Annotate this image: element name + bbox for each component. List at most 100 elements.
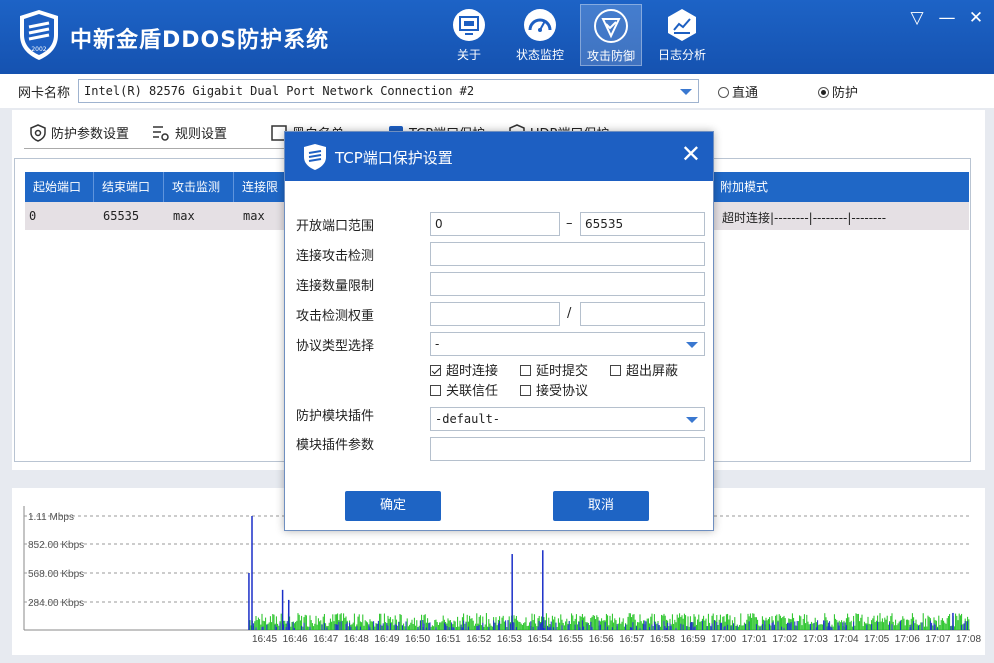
tcp-port-dialog: TCP端口保护设置 ✕ 开放端口范围 0 – 65535 连接攻击检测 连接数量…: [284, 131, 714, 531]
weight-b-input[interactable]: [580, 302, 705, 326]
plugin-param-input[interactable]: [430, 437, 705, 461]
chart-xtick-label: 16:46: [283, 634, 308, 645]
checkbox-timeout-conn[interactable]: 超时连接: [430, 360, 498, 379]
chart-xtick-label: 16:49: [374, 634, 399, 645]
checkbox-delay-submit[interactable]: 延时提交: [520, 360, 588, 379]
chart-xtick-label: 16:55: [558, 634, 583, 645]
chart-ytick-label: 1.11 Mbps: [28, 512, 74, 523]
cell-end-port: 65535: [103, 209, 140, 223]
radio-passthrough-label: 直通: [732, 86, 759, 101]
tab-protection-params[interactable]: 防护参数设置: [29, 123, 129, 142]
tab-rules[interactable]: 规则设置: [151, 123, 227, 142]
chart-xtick-label: 16:50: [405, 634, 430, 645]
nic-row: 网卡名称 Intel(R) 82576 Gigabit Dual Port Ne…: [0, 74, 994, 108]
nav-status-monitor[interactable]: 状态监控: [509, 4, 571, 66]
chart-xtick-label: 17:00: [711, 634, 736, 645]
tab-rules-label: 规则设置: [175, 127, 228, 142]
weight-label: 攻击检测权重: [296, 309, 375, 324]
minimize-button[interactable]: ▽: [907, 8, 927, 28]
logo-year: 2002: [31, 46, 46, 53]
checkbox-box: [430, 385, 441, 396]
app-title: 中新金盾DDOS防护系统: [70, 28, 330, 53]
chart-xtick-label: 16:47: [313, 634, 338, 645]
protocol-label: 协议类型选择: [296, 339, 375, 354]
cell-extra-mode: 超时连接|--------|--------|--------: [722, 211, 887, 225]
nav-attack-defense[interactable]: 攻击防御: [580, 4, 642, 66]
conn-limit-label: 连接数量限制: [296, 279, 375, 294]
close-window-button[interactable]: ✕: [966, 8, 986, 28]
chevron-down-icon: [686, 342, 698, 348]
weight-separator: /: [567, 306, 572, 321]
col-divider: [163, 172, 164, 202]
plugin-param-label: 模块插件参数: [296, 438, 375, 453]
conn-attack-input[interactable]: [430, 242, 705, 266]
radio-circle: [718, 87, 729, 98]
chart-xtick-label: 17:08: [956, 634, 981, 645]
nic-label: 网卡名称: [18, 86, 71, 101]
protocol-select[interactable]: -: [430, 332, 705, 356]
col-divider: [93, 172, 94, 202]
cancel-button[interactable]: 取消: [553, 491, 649, 521]
chart-xtick-label: 17:03: [803, 634, 828, 645]
chart-xtick-label: 16:51: [436, 634, 461, 645]
chart-xtick-label: 16:53: [497, 634, 522, 645]
chart-xtick-label: 16:54: [527, 634, 552, 645]
checkbox-box: [520, 365, 531, 376]
checkbox-box: [520, 385, 531, 396]
port-range-label: 开放端口范围: [296, 219, 375, 234]
close-icon[interactable]: ✕: [681, 142, 701, 166]
nav-log-analysis[interactable]: 日志分析: [651, 4, 713, 66]
ok-button[interactable]: 确定: [345, 491, 441, 521]
checkbox-box: [430, 365, 441, 376]
col-start-port: 起始端口: [33, 180, 82, 194]
chart-xtick-label: 17:04: [834, 634, 859, 645]
checkbox-timeout-conn-label: 超时连接: [446, 364, 499, 379]
radio-protect-label: 防护: [832, 86, 859, 101]
cell-attack-monitor: max: [173, 209, 195, 223]
app-logo: 2002: [20, 10, 58, 60]
checkbox-exceed-block[interactable]: 超出屏蔽: [610, 360, 678, 379]
chart-xtick-label: 16:45: [252, 634, 277, 645]
plugin-label: 防护模块插件: [296, 409, 375, 424]
chart-xtick-label: 17:06: [895, 634, 920, 645]
chevron-down-icon: [686, 417, 698, 423]
rules-icon: [153, 126, 169, 141]
speedometer-icon: [524, 9, 556, 41]
checkbox-delay-submit-label: 延时提交: [536, 364, 589, 379]
col-conn-limit: 连接限: [242, 180, 279, 194]
cell-conn-limit: max: [243, 209, 265, 223]
chart-ytick-label: 852.00 Kbps: [28, 540, 84, 551]
checkbox-box: [610, 365, 621, 376]
restore-button[interactable]: —: [937, 8, 957, 28]
radio-passthrough[interactable]: 直通: [718, 82, 758, 101]
col-attack-monitor: 攻击监测: [172, 180, 221, 194]
port-end-input[interactable]: 65535: [580, 212, 705, 236]
nav-status-monitor-label: 状态监控: [515, 48, 564, 62]
nav-attack-defense-label: 攻击防御: [586, 49, 635, 63]
trend-chart-icon: [668, 9, 696, 41]
shield-check-icon: [594, 9, 628, 43]
chart-xtick-label: 17:01: [742, 634, 767, 645]
port-range-separator: –: [566, 216, 573, 231]
nic-select[interactable]: Intel(R) 82576 Gigabit Dual Port Network…: [78, 79, 699, 103]
chevron-down-icon: [680, 89, 692, 95]
checkbox-related-trust[interactable]: 关联信任: [430, 380, 498, 399]
port-start-input[interactable]: 0: [430, 212, 560, 236]
plugin-selected-value: -default-: [435, 412, 501, 426]
title-bar: 2002 中新金盾DDOS防护系统 关于 状态监控 攻击防御 日志分析 ▽ — …: [0, 0, 994, 74]
nav-log-analysis-label: 日志分析: [657, 48, 706, 62]
plugin-select[interactable]: -default-: [430, 407, 705, 431]
tab-protection-params-label: 防护参数设置: [51, 127, 130, 142]
conn-attack-label: 连接攻击检测: [296, 249, 375, 264]
radio-protect[interactable]: 防护: [818, 82, 858, 101]
chart-xtick-label: 17:05: [864, 634, 889, 645]
checkbox-related-trust-label: 关联信任: [446, 384, 499, 399]
chart-xtick-label: 17:02: [772, 634, 797, 645]
nav-about-label: 关于: [456, 48, 481, 62]
checkbox-accept-protocol[interactable]: 接受协议: [520, 380, 588, 399]
chart-xtick-label: 16:59: [681, 634, 706, 645]
weight-a-input[interactable]: [430, 302, 560, 326]
nav-about[interactable]: 关于: [438, 4, 500, 66]
conn-limit-input[interactable]: [430, 272, 705, 296]
cell-start-port: 0: [29, 209, 37, 223]
